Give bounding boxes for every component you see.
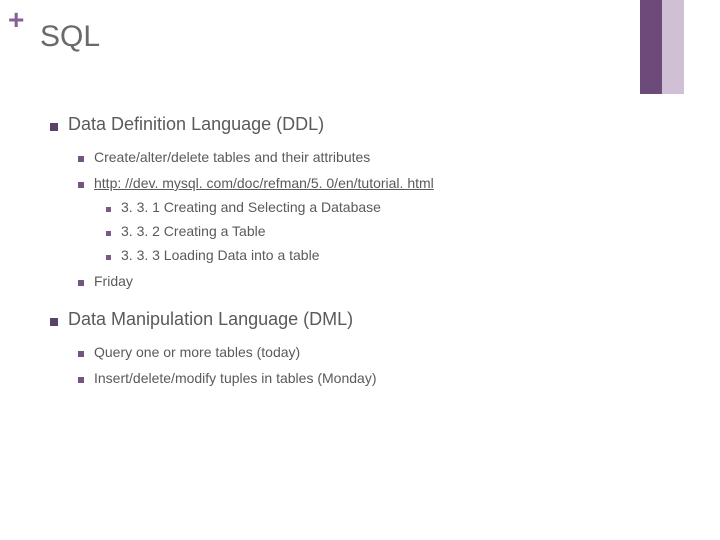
dml-query-text: Query one or more tables (today) [94,344,300,360]
ddl-create-text: Create/alter/delete tables and their att… [94,149,370,165]
tutorial-331-text: 3. 3. 1 Creating and Selecting a Databas… [121,199,381,215]
list-item: 3. 3. 1 Creating and Selecting a Databas… [106,199,690,215]
square-bullet-icon [78,156,84,162]
square-bullet-icon [106,255,111,260]
list-item: Data Manipulation Language (DML) Query o… [50,309,690,386]
square-bullet-icon [78,377,84,383]
dml-insert-text: Insert/delete/modify tuples in tables (M… [94,370,376,386]
square-bullet-icon [106,231,111,236]
square-bullet-icon [50,318,58,326]
square-bullet-icon [106,207,111,212]
slide-content: SQL Data Definition Language (DDL) Creat… [40,20,690,520]
square-bullet-icon [78,182,84,188]
square-bullet-icon [78,280,84,286]
list-item: http: //dev. mysql. com/doc/refman/5. 0/… [78,175,690,263]
ddl-heading: Data Definition Language (DDL) [68,114,324,135]
list-item: Create/alter/delete tables and their att… [78,149,690,165]
square-bullet-icon [78,351,84,357]
list-item: Insert/delete/modify tuples in tables (M… [78,370,690,386]
plus-decoration: + [8,6,24,34]
ddl-friday-text: Friday [94,273,133,289]
tutorial-332-text: 3. 3. 2 Creating a Table [121,223,266,239]
list-item: Query one or more tables (today) [78,344,690,360]
list-item: Data Definition Language (DDL) Create/al… [50,114,690,289]
square-bullet-icon [50,123,58,131]
tutorial-333-text: 3. 3. 3 Loading Data into a table [121,247,319,263]
page-title: SQL [40,20,690,54]
list-item: 3. 3. 3 Loading Data into a table [106,247,690,263]
list-item: 3. 3. 2 Creating a Table [106,223,690,239]
list-item: Friday [78,273,690,289]
mysql-tutorial-link[interactable]: http: //dev. mysql. com/doc/refman/5. 0/… [94,175,434,191]
dml-heading: Data Manipulation Language (DML) [68,309,353,330]
